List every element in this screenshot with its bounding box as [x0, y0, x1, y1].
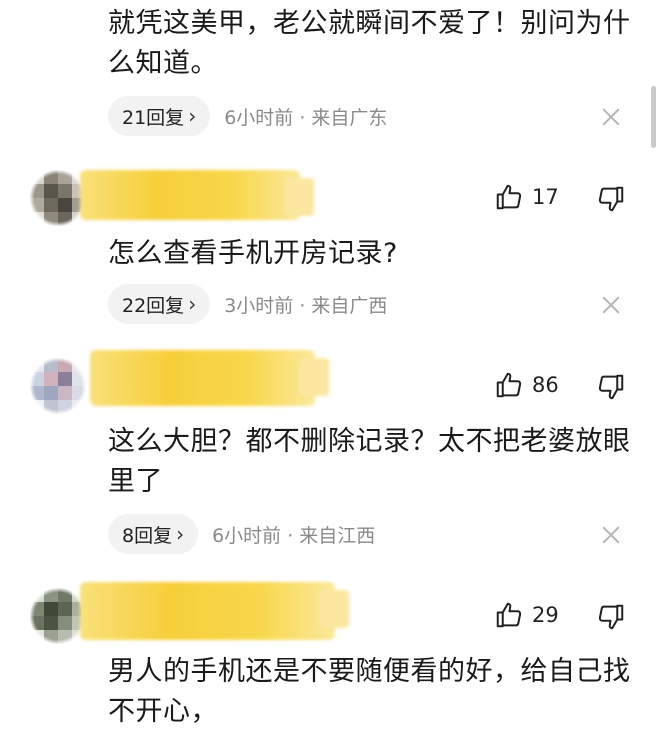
thumbs-down-icon[interactable] [596, 372, 626, 402]
comment-meta-row: 22回复 › 3小时前 · 来自广西 [108, 284, 387, 324]
reply-count-label: 22回复 [122, 294, 185, 317]
chevron-right-icon: › [176, 522, 185, 546]
close-icon[interactable] [600, 524, 622, 546]
scrollbar[interactable] [651, 86, 656, 148]
reply-count-label: 8回复 [122, 524, 173, 547]
comment-text: 怎么查看手机开房记录? [108, 238, 398, 269]
username-redacted[interactable] [80, 170, 314, 220]
reply-count-button[interactable]: 8回复 › [108, 514, 199, 554]
comment-text: 就凭这美甲，老公就瞬间不爱了！别问为什么知道。 [108, 8, 631, 79]
avatar[interactable] [30, 358, 86, 414]
like-count: 86 [532, 373, 559, 397]
comment-text: 男人的手机还是不要随便看的好，给自己找不开心， [108, 656, 631, 727]
username-redacted[interactable] [80, 582, 349, 640]
comment-time-location: 6小时前 · 来自江西 [212, 524, 376, 547]
comment-text: 这么大胆？都不删除记录？太不把老婆放眼里了 [108, 426, 631, 497]
reply-count-button[interactable]: 21回复 › [108, 96, 211, 136]
thumbs-down-icon[interactable] [596, 602, 626, 632]
close-icon[interactable] [600, 106, 622, 128]
username-redacted[interactable] [90, 350, 329, 406]
like-button[interactable]: 17 [494, 182, 559, 212]
like-button[interactable]: 29 [494, 600, 559, 630]
comment-time-location: 6小时前 · 来自广东 [224, 106, 388, 129]
avatar[interactable] [30, 588, 86, 644]
chevron-right-icon: › [188, 104, 197, 128]
thumbs-up-icon [496, 184, 522, 210]
like-button[interactable]: 86 [494, 370, 559, 400]
reply-count-button[interactable]: 22回复 › [108, 284, 211, 324]
chevron-right-icon: › [188, 292, 197, 316]
thumbs-up-icon [496, 602, 522, 628]
thumbs-up-icon [496, 372, 522, 398]
avatar[interactable] [30, 170, 86, 226]
close-icon[interactable] [600, 294, 622, 316]
comment-meta-row: 8回复 › 6小时前 · 来自江西 [108, 514, 375, 554]
comment-time-location: 3小时前 · 来自广西 [224, 294, 388, 317]
thumbs-down-icon[interactable] [596, 184, 626, 214]
reply-count-label: 21回复 [122, 106, 185, 129]
comment-meta-row: 21回复 › 6小时前 · 来自广东 [108, 96, 387, 136]
like-count: 29 [532, 603, 559, 627]
like-count: 17 [532, 185, 559, 209]
